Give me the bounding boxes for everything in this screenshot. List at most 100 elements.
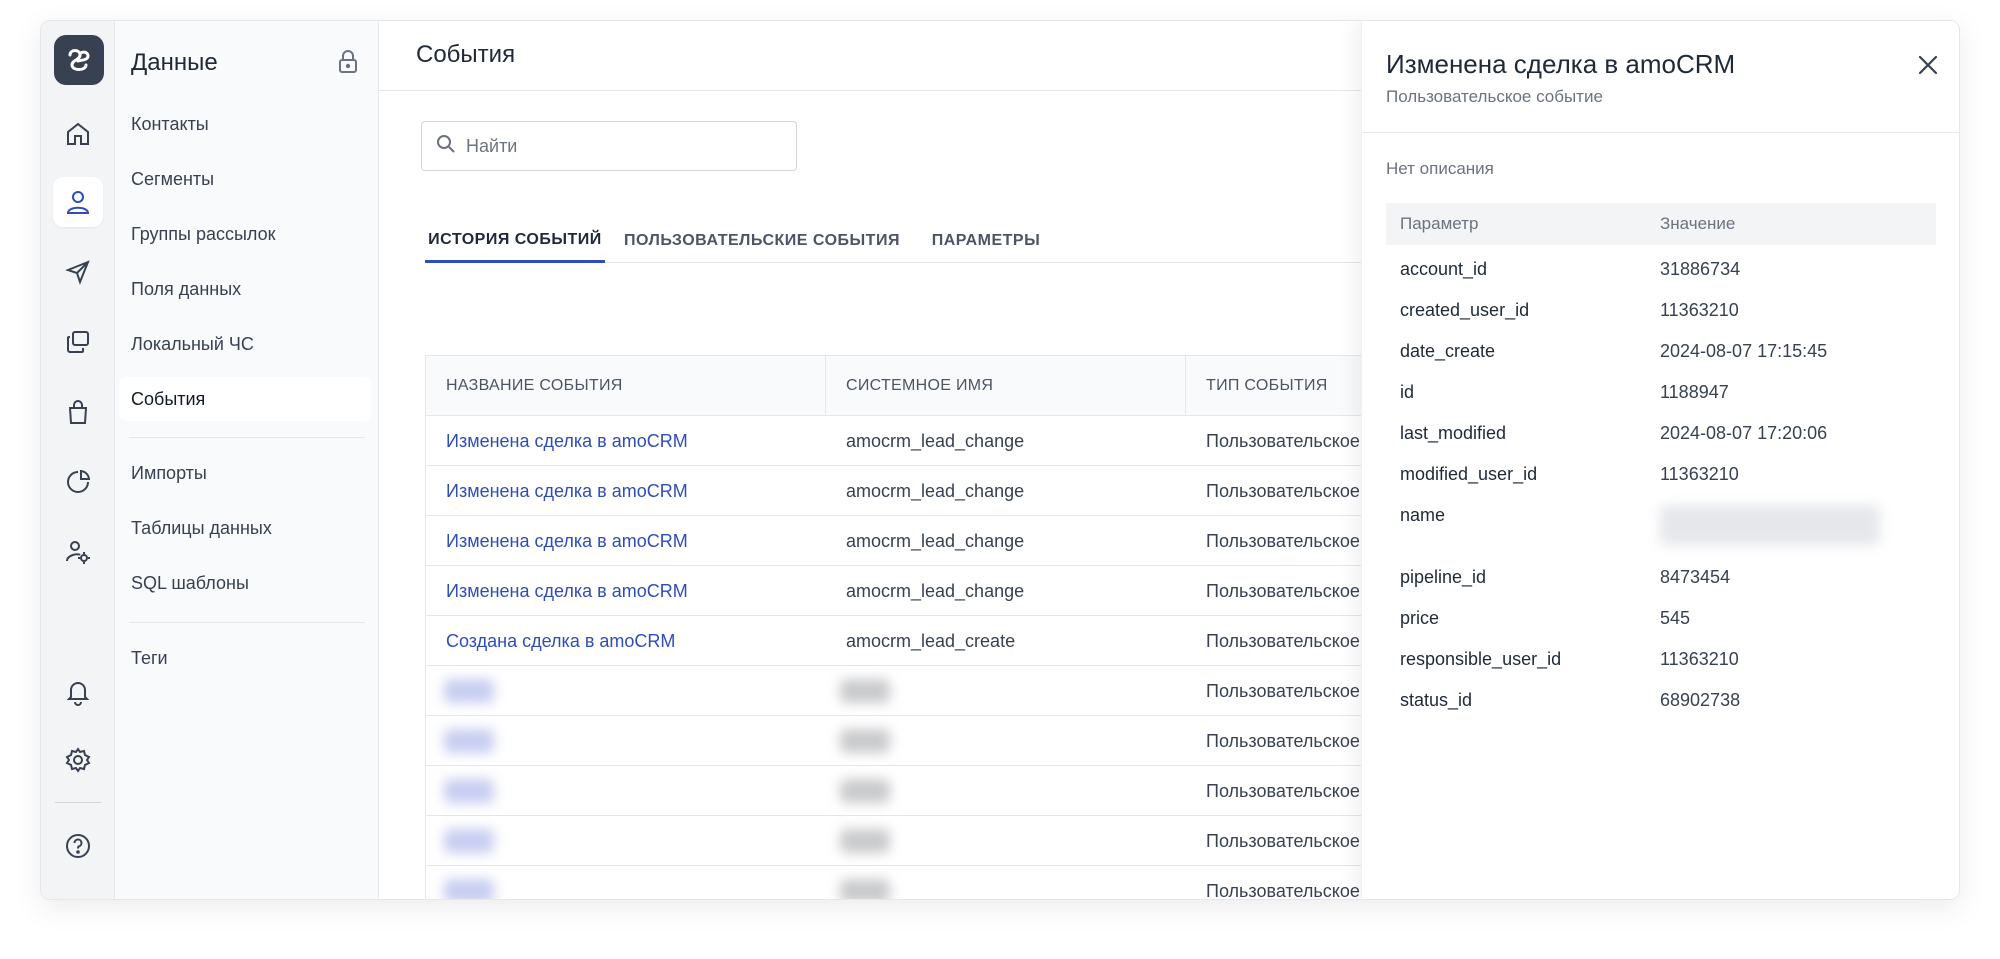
nav-item-segments[interactable]: Сегменты — [119, 157, 371, 201]
param-row: account_id 31886734 — [1386, 245, 1936, 286]
redacted-value — [840, 679, 890, 703]
redacted-value — [840, 779, 890, 803]
event-name-cell[interactable] — [426, 766, 826, 816]
pie-chart-icon[interactable] — [53, 457, 103, 507]
system-name-cell — [826, 666, 1186, 716]
tab-parameters[interactable]: ПАРАМЕТРЫ — [921, 219, 1051, 263]
param-key: date_create — [1400, 341, 1496, 361]
event-name-cell[interactable]: Изменена сделка в amoCRM — [426, 516, 826, 566]
user-settings-icon[interactable] — [53, 527, 103, 577]
param-key: status_id — [1400, 690, 1473, 710]
send-icon[interactable] — [53, 247, 103, 297]
nav-title: Данные — [131, 49, 218, 76]
event-name-cell[interactable] — [426, 816, 826, 866]
system-name-cell: amocrm_lead_change — [846, 530, 1025, 551]
system-name-cell — [826, 716, 1186, 766]
param-key: responsible_user_id — [1400, 649, 1562, 669]
table-row[interactable]: Пользовательское — [426, 666, 1524, 716]
param-value: 1188947 — [1660, 382, 1729, 402]
nav-item-data-tables[interactable]: Таблицы данных — [119, 506, 371, 550]
table-row[interactable]: Пользовательское — [426, 766, 1524, 816]
column-header-event-name[interactable]: НАЗВАНИЕ СОБЫТИЯ — [426, 356, 826, 416]
table-row[interactable]: Создана сделка в amoCRM amocrm_lead_creat… — [426, 616, 1524, 666]
app-logo-icon[interactable] — [54, 35, 104, 85]
tab-event-history[interactable]: ИСТОРИЯ СОБЫТИЙ — [425, 219, 605, 263]
help-icon[interactable] — [53, 821, 103, 871]
icon-rail — [41, 21, 115, 899]
redacted-value — [840, 829, 890, 853]
param-value: 68902738 — [1660, 690, 1741, 710]
param-row: id 1188947 — [1386, 368, 1936, 409]
table-row[interactable]: Изменена сделка в amoCRM amocrm_lead_chan… — [426, 466, 1524, 516]
redacted-value — [444, 829, 494, 853]
search-icon — [436, 134, 456, 159]
event-name-cell[interactable]: Изменена сделка в amoCRM — [426, 466, 826, 516]
system-name-cell: amocrm_lead_change — [846, 480, 1025, 501]
close-icon[interactable] — [1914, 51, 1942, 79]
table-row[interactable]: Пользовательское — [426, 866, 1524, 899]
nav-item-contacts[interactable]: Контакты — [119, 102, 371, 146]
nav-item-data-fields[interactable]: Поля данных — [119, 267, 371, 311]
event-name-cell[interactable]: Создана сделка в amoCRM — [426, 616, 826, 666]
section-nav: Данные Контакты Сегменты Группы рассылок… — [115, 21, 379, 899]
nav-item-events[interactable]: События — [119, 377, 371, 421]
event-name-cell[interactable] — [426, 716, 826, 766]
table-body: Изменена сделка в amoCRM amocrm_lead_chan… — [426, 416, 1524, 899]
system-name-cell — [826, 816, 1186, 866]
event-name-cell[interactable]: Изменена сделка в amoCRM — [426, 566, 826, 616]
page-title: События — [416, 41, 516, 68]
nav-item-sql-templates[interactable]: SQL шаблоны — [119, 561, 371, 605]
nav-divider — [129, 622, 365, 623]
redacted-value — [840, 879, 890, 899]
column-header-system-name[interactable]: СИСТЕМНОЕ ИМЯ — [826, 356, 1186, 416]
redacted-value — [444, 679, 494, 703]
param-key: name — [1400, 505, 1446, 525]
gear-icon[interactable] — [53, 735, 103, 785]
param-row: responsible_user_id 11363210 — [1386, 635, 1936, 676]
nav-item-imports[interactable]: Импорты — [119, 451, 371, 495]
event-name-cell[interactable]: Изменена сделка в amoCRM — [426, 416, 826, 466]
table-row[interactable]: Изменена сделка в amoCRM amocrm_lead_chan… — [426, 416, 1524, 466]
param-row: modified_user_id 11363210 — [1386, 450, 1936, 491]
search-input[interactable] — [466, 135, 766, 157]
event-name-cell[interactable] — [426, 666, 826, 716]
system-name-cell: amocrm_lead_create — [846, 630, 1016, 651]
user-icon[interactable] — [53, 177, 103, 227]
tab-custom-events[interactable]: ПОЛЬЗОВАТЕЛЬСКИЕ СОБЫТИЯ — [623, 219, 901, 263]
lock-icon[interactable] — [337, 49, 359, 80]
nav-item-mailing-groups[interactable]: Группы рассылок — [119, 212, 371, 256]
param-row: name — [1386, 491, 1936, 553]
table-row[interactable]: Пользовательское — [426, 816, 1524, 866]
event-name-cell[interactable] — [426, 866, 826, 899]
redacted-value-blur — [1660, 505, 1880, 545]
table-row[interactable]: Изменена сделка в amoCRM amocrm_lead_chan… — [426, 566, 1524, 616]
param-value: 545 — [1660, 608, 1691, 628]
search-box[interactable] — [421, 121, 797, 171]
param-key: price — [1400, 608, 1440, 628]
param-key: created_user_id — [1400, 300, 1530, 320]
event-detail-panel: Изменена сделка в amoCRM Пользовательско… — [1361, 21, 1959, 899]
param-row: date_create 2024-08-07 17:15:45 — [1386, 327, 1936, 368]
table-header: НАЗВАНИЕ СОБЫТИЯ СИСТЕМНОЕ ИМЯ ТИП СОБЫТ… — [426, 356, 1524, 416]
redacted-value — [444, 879, 494, 899]
nav-item-local-blacklist[interactable]: Локальный ЧС — [119, 322, 371, 366]
param-value: 8473454 — [1660, 567, 1731, 587]
param-key: account_id — [1400, 259, 1488, 279]
table-row[interactable]: Изменена сделка в amoCRM amocrm_lead_chan… — [426, 516, 1524, 566]
templates-icon[interactable] — [53, 317, 103, 367]
param-row: status_id 68902738 — [1386, 676, 1936, 717]
shopping-bag-icon[interactable] — [53, 387, 103, 437]
param-row: last_modified 2024-08-07 17:20:06 — [1386, 409, 1936, 450]
panel-title: Изменена сделка в amoCRM — [1386, 49, 1736, 79]
bell-icon[interactable] — [53, 667, 103, 717]
home-icon[interactable] — [53, 109, 103, 159]
nav-item-tags[interactable]: Теги — [119, 636, 371, 680]
rail-divider — [55, 802, 101, 803]
redacted-value — [1660, 505, 1880, 550]
param-key: last_modified — [1400, 423, 1507, 443]
system-name-cell — [826, 766, 1186, 816]
params-table-body: account_id 31886734 created_user_id 1136321… — [1386, 245, 1936, 717]
params-column-param: Параметр — [1400, 214, 1479, 233]
nav-divider — [129, 437, 365, 438]
table-row[interactable]: Пользовательское — [426, 716, 1524, 766]
